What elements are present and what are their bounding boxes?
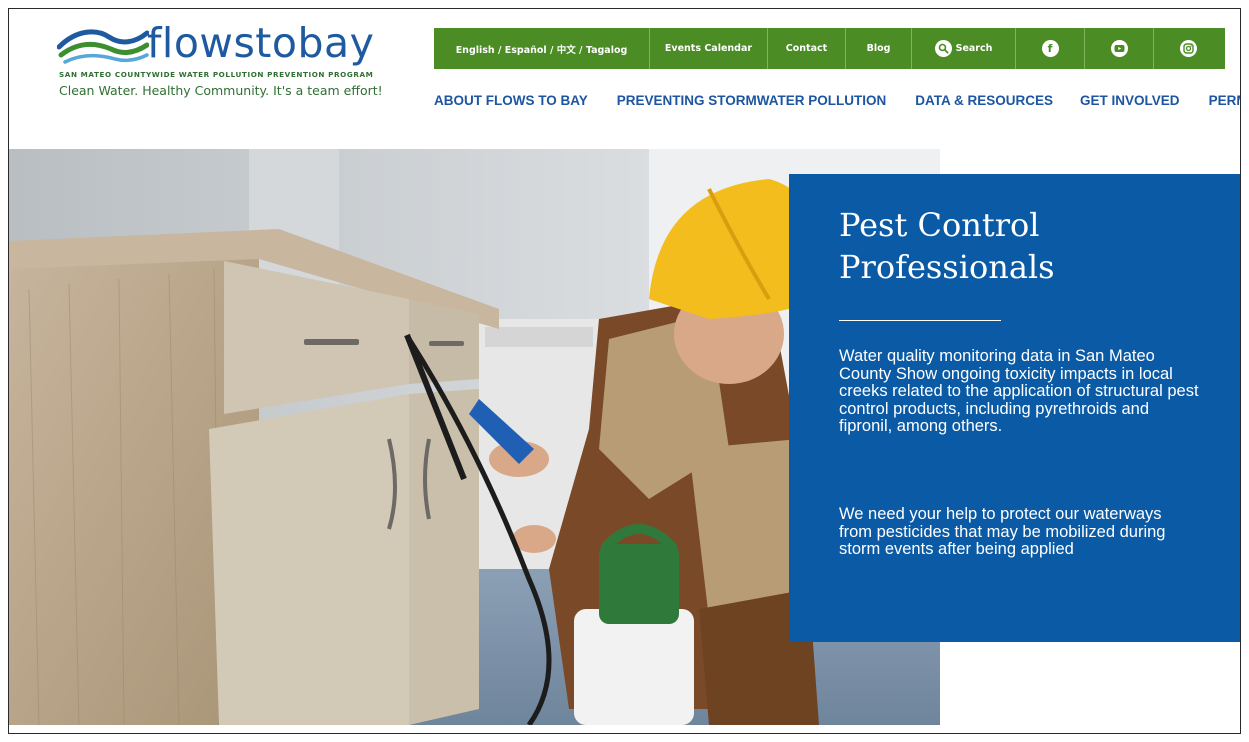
hero-paragraph-1: Water quality monitoring data in San Mat…: [839, 347, 1199, 435]
language-selector[interactable]: English / Español / 中文 / Tagalog: [434, 28, 650, 69]
wave-logo-icon: [57, 29, 149, 64]
title-divider: [839, 320, 1001, 321]
site-logo[interactable]: flowstobay SAN MATEO COUNTYWIDE WATER PO…: [57, 19, 383, 111]
facebook-icon: f: [1041, 40, 1059, 57]
search-label: Search: [955, 43, 993, 54]
search-icon: [934, 40, 952, 57]
instagram-link[interactable]: [1154, 28, 1223, 69]
facebook-link[interactable]: f: [1016, 28, 1085, 69]
nav-get-involved[interactable]: GET INVOLVED: [1080, 93, 1180, 108]
youtube-link[interactable]: [1085, 28, 1154, 69]
main-navigation: ABOUT FLOWS TO BAY PREVENTING STORMWATER…: [434, 93, 1240, 108]
logo-program-name: SAN MATEO COUNTYWIDE WATER POLLUTION PRE…: [59, 70, 374, 79]
instagram-icon: [1180, 40, 1197, 57]
logo-tagline: Clean Water. Healthy Community. It's a t…: [59, 83, 383, 98]
blog-link[interactable]: Blog: [846, 28, 912, 69]
events-calendar-link[interactable]: Events Calendar: [650, 28, 768, 69]
nav-about[interactable]: ABOUT FLOWS TO BAY: [434, 93, 588, 108]
hero-paragraph-2: We need your help to protect our waterwa…: [839, 505, 1166, 558]
logo-wordmark: flowstobay: [147, 19, 375, 67]
nav-permittees[interactable]: PERMITTEES: [1209, 93, 1240, 108]
contact-link[interactable]: Contact: [768, 28, 846, 69]
page-title: Pest Control Professionals: [839, 206, 1055, 286]
nav-data-resources[interactable]: DATA & RESOURCES: [915, 93, 1053, 108]
page-frame: flowstobay SAN MATEO COUNTYWIDE WATER PO…: [8, 8, 1241, 734]
hero-info-panel: Pest Control Professionals Water quality…: [789, 174, 1240, 642]
search-button[interactable]: Search: [912, 28, 1016, 69]
youtube-icon: [1110, 40, 1128, 57]
utility-bar: English / Español / 中文 / Tagalog Events …: [434, 28, 1225, 69]
nav-preventing-pollution[interactable]: PREVENTING STORMWATER POLLUTION: [617, 93, 887, 108]
